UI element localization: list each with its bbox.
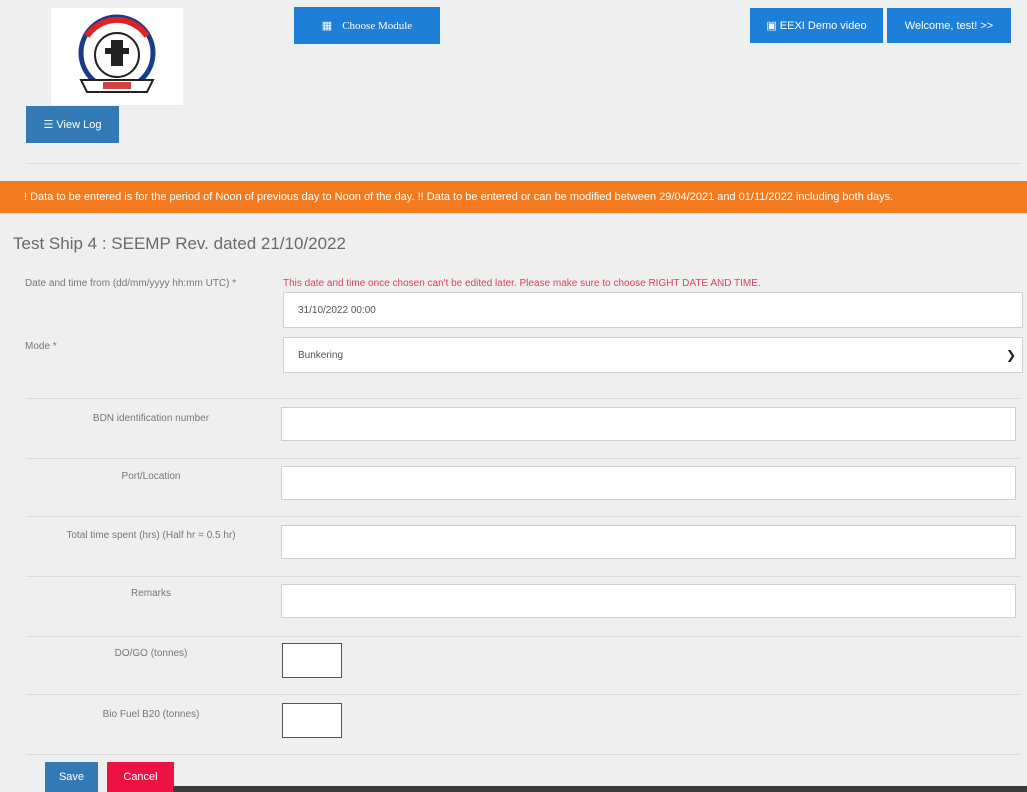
view-log-label: View Log: [56, 118, 102, 131]
page-title: Test Ship 4 : SEEMP Rev. dated 21/10/202…: [13, 234, 346, 253]
eexi-demo-video-button[interactable]: ▣ EEXI Demo video: [750, 8, 883, 43]
view-log-button[interactable]: ☰ View Log: [26, 106, 119, 143]
port-label: Port/Location: [121, 471, 181, 482]
biofuel-input[interactable]: [282, 703, 342, 738]
bdn-input[interactable]: [281, 407, 1016, 441]
choose-module-button[interactable]: ▦ Choose Module: [294, 7, 440, 44]
film-icon: ▣: [766, 20, 777, 32]
notice-text: ! Data to be entered is for the period o…: [24, 191, 894, 203]
dgs-logo: [51, 8, 183, 105]
bdn-label: BDN identification number: [92, 413, 210, 424]
dogo-input[interactable]: [282, 643, 342, 678]
list-icon: ☰: [43, 119, 54, 131]
save-button[interactable]: Save: [45, 762, 98, 792]
notice-banner: ! Data to be entered is for the period o…: [0, 181, 1027, 213]
row-divider: [26, 516, 1021, 517]
datetime-value: 31/10/2022 00:00: [298, 304, 376, 316]
taskbar-strip: [173, 786, 1027, 792]
cancel-button[interactable]: Cancel: [107, 762, 174, 792]
time-spent-input[interactable]: [281, 525, 1016, 559]
row-divider: [26, 458, 1021, 459]
mode-select[interactable]: Bunkering ❯: [283, 337, 1023, 373]
cancel-label: Cancel: [123, 771, 158, 783]
row-divider: [26, 694, 1021, 695]
chevron-down-icon: ❯: [1005, 348, 1016, 362]
mode-value: Bunkering: [298, 349, 344, 361]
datetime-warning: This date and time once chosen can't be …: [283, 278, 761, 289]
emblem-icon: [78, 14, 156, 93]
biofuel-label: Bio Fuel B20 (tonnes): [102, 709, 200, 720]
welcome-user-button[interactable]: Welcome, test! >>: [887, 8, 1011, 43]
mode-label: Mode *: [25, 341, 57, 352]
welcome-label: Welcome, test! >>: [904, 19, 994, 32]
choose-module-label: Choose Module: [342, 19, 413, 32]
row-divider: [26, 398, 1021, 399]
dogo-label: DO/GO (tonnes): [114, 648, 188, 659]
row-divider: [26, 754, 1021, 755]
datetime-input[interactable]: 31/10/2022 00:00: [283, 292, 1023, 328]
remarks-input[interactable]: [281, 584, 1016, 618]
save-label: Save: [58, 771, 85, 783]
datetime-label: Date and time from (dd/mm/yyyy hh:mm UTC…: [25, 278, 237, 289]
eexi-label: EEXI Demo video: [779, 19, 867, 32]
row-divider: [26, 636, 1021, 637]
time-spent-label: Total time spent (hrs) (Half hr = 0.5 hr…: [66, 530, 236, 541]
remarks-label: Remarks: [130, 588, 171, 599]
port-input[interactable]: [281, 466, 1016, 500]
row-divider: [26, 576, 1021, 577]
grid-icon: ▦: [321, 20, 333, 32]
header-divider: [26, 163, 1021, 164]
